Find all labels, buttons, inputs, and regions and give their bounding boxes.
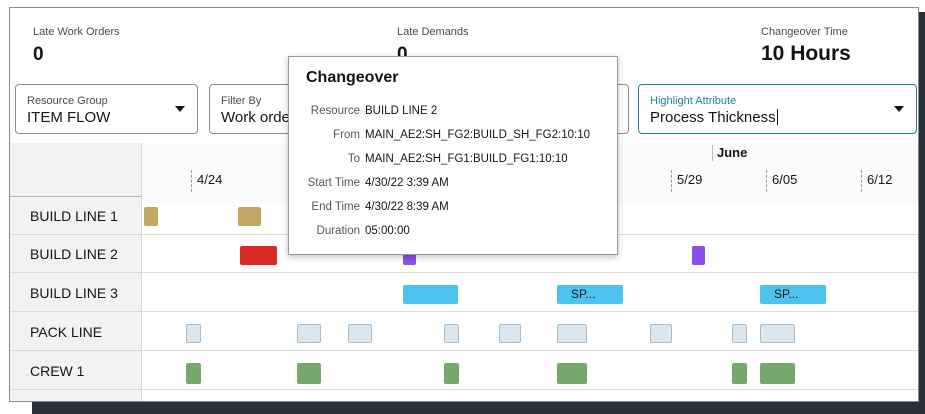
work-order-bar[interactable] xyxy=(403,285,458,304)
changeover-popover: Changeover Resource BUILD LINE 2 From MA… xyxy=(288,56,618,255)
work-order-bar[interactable] xyxy=(760,324,795,343)
popover-resource: BUILD LINE 2 xyxy=(365,105,438,117)
field-label: Highlight Attribute xyxy=(650,95,737,107)
row-divider xyxy=(10,196,141,197)
metric-late-work-orders: Late Work Orders 0 xyxy=(33,26,120,66)
date-label: 6/05 xyxy=(772,172,798,187)
month-tick xyxy=(712,145,713,161)
changeover-bar-selected[interactable] xyxy=(240,246,277,265)
popover-end-time: 4/30/22 8:39 AM xyxy=(365,201,449,213)
changeover-bar[interactable] xyxy=(144,207,158,226)
work-order-bar[interactable] xyxy=(186,324,201,343)
metric-value: 0 xyxy=(33,44,44,65)
row-divider xyxy=(10,272,918,273)
work-order-bar[interactable] xyxy=(499,324,521,343)
metric-label: Late Demands xyxy=(397,26,469,38)
date-label: 4/24 xyxy=(197,172,223,187)
date-tick xyxy=(671,170,672,192)
popover-field-label: Resource xyxy=(310,105,360,117)
row-label-crew-1: CREW 1 xyxy=(30,363,85,379)
work-order-bar[interactable] xyxy=(444,324,459,343)
work-order-bar[interactable] xyxy=(692,246,705,265)
window-shadow-right xyxy=(919,12,925,404)
crew-bar[interactable] xyxy=(186,363,201,384)
crew-bar[interactable] xyxy=(760,363,795,384)
row-divider xyxy=(10,311,918,312)
popover-field-label: From xyxy=(333,129,360,141)
work-order-bar[interactable] xyxy=(348,324,372,343)
highlight-attribute-select[interactable]: Highlight Attribute Process Thickness xyxy=(638,84,917,134)
date-label: 5/29 xyxy=(677,172,703,187)
metric-label: Changeover Time xyxy=(761,26,848,38)
work-order-bar[interactable]: SP... xyxy=(557,285,623,304)
field-value: ITEM FLOW xyxy=(27,109,111,126)
metric-changeover-time: Changeover Time 10 Hours xyxy=(761,26,851,66)
work-order-bar[interactable]: SP... xyxy=(760,285,826,304)
metric-label: Late Work Orders xyxy=(33,26,120,38)
date-tick xyxy=(191,170,192,192)
row-divider xyxy=(10,389,918,390)
date-label: 6/12 xyxy=(867,172,893,187)
row-divider xyxy=(10,350,918,351)
crew-bar[interactable] xyxy=(557,363,587,384)
row-label-build-line-1: BUILD LINE 1 xyxy=(30,208,118,224)
popover-field-label: To xyxy=(347,153,360,165)
field-value-text: Process Thickness xyxy=(650,109,776,126)
crew-bar[interactable] xyxy=(444,363,459,384)
popover-field-label: End Time xyxy=(311,201,360,213)
date-tick xyxy=(766,170,767,192)
work-order-bar[interactable] xyxy=(557,324,587,343)
popover-field-label: Duration xyxy=(316,225,360,237)
work-order-bar[interactable] xyxy=(650,324,672,343)
changeover-bar[interactable] xyxy=(238,207,261,226)
row-label-pack-line: PACK LINE xyxy=(30,324,103,340)
scheduling-panel: Late Work Orders 0 Late Demands 0 Change… xyxy=(9,7,919,402)
metric-value: 10 Hours xyxy=(761,42,851,65)
resource-group-select[interactable]: Resource Group ITEM FLOW xyxy=(15,84,198,134)
popover-title: Changeover xyxy=(306,69,399,86)
popover-start-time: 4/30/22 3:39 AM xyxy=(365,177,449,189)
popover-field-label: Start Time xyxy=(307,177,360,189)
row-label-build-line-3: BUILD LINE 3 xyxy=(30,285,118,301)
window-shadow-bottom xyxy=(32,400,925,414)
popover-from: MAIN_AE2:SH_FG2:BUILD_SH_FG2:10:10 xyxy=(365,129,590,141)
date-tick xyxy=(861,170,862,192)
popover-duration: 05:00:00 xyxy=(365,225,410,237)
row-label-build-line-2: BUILD LINE 2 xyxy=(30,246,118,262)
month-label: June xyxy=(717,145,748,160)
work-order-bar[interactable] xyxy=(297,324,321,343)
chevron-down-icon[interactable] xyxy=(175,106,185,112)
text-cursor xyxy=(776,109,778,125)
chevron-down-icon[interactable] xyxy=(894,106,904,112)
field-label: Resource Group xyxy=(27,95,108,107)
field-value: Process Thickness xyxy=(650,109,778,126)
crew-bar[interactable] xyxy=(297,363,321,384)
crew-bar[interactable] xyxy=(732,363,747,384)
popover-to: MAIN_AE2:SH_FG1:BUILD_FG1:10:10 xyxy=(365,153,568,165)
field-label: Filter By xyxy=(221,95,262,107)
work-order-bar[interactable] xyxy=(732,324,747,343)
